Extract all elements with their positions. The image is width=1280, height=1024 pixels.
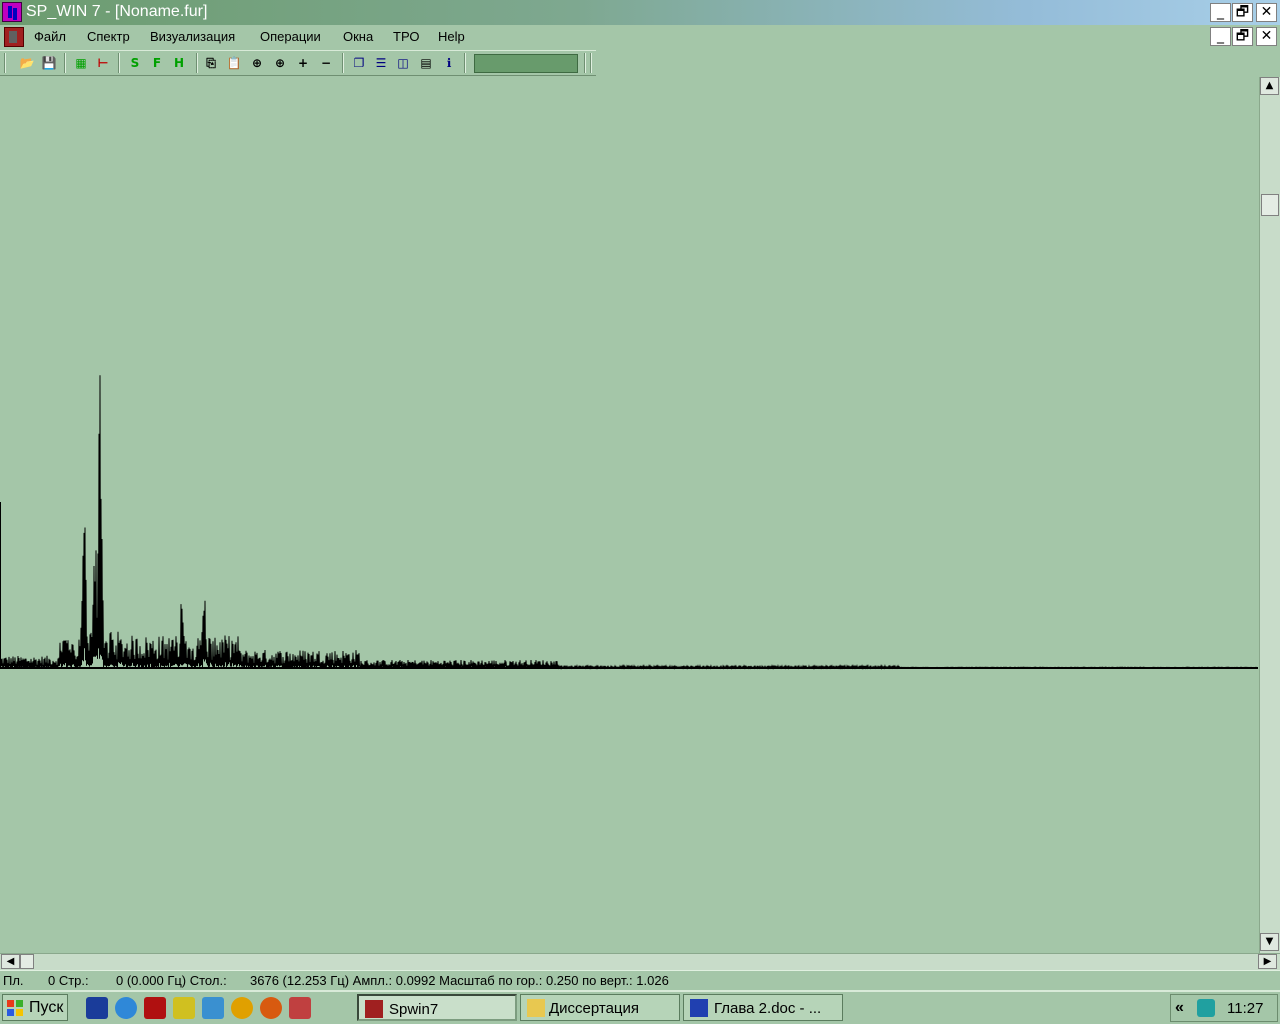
app-icon[interactable]: [2, 2, 22, 22]
zoom-in-icon[interactable]: +: [294, 54, 312, 72]
document-icon[interactable]: [4, 27, 24, 47]
zoom-out-icon[interactable]: −: [317, 54, 335, 72]
toolbar-separator: [584, 53, 586, 73]
status-bar: Пл. 0 Стр.: 0 (0.000 Гц) Стол.: 3676 (12…: [0, 970, 1280, 990]
paste-icon[interactable]: 📋: [225, 54, 243, 72]
toolbar-separator: [196, 53, 198, 73]
messenger-icon[interactable]: [202, 997, 224, 1019]
task-label: Spwin7: [389, 1001, 439, 1018]
task-spwin7[interactable]: Spwin7: [357, 994, 517, 1021]
task-label: Глава 2.doc - ...: [714, 1000, 822, 1017]
task-dissertation[interactable]: Диссертация: [520, 994, 680, 1021]
doc-minimize-button[interactable]: _: [1210, 27, 1231, 46]
toolbar: 📂 💾 ▦ ⊢ S F H ⎘ 📋 ⊕ ⊕ + − ❐ ☰ ◫ ▤ ℹ: [0, 50, 596, 76]
tile-horizontal-icon[interactable]: ☰: [372, 54, 390, 72]
status-column-value: 3676 (12.253 Гц) Ампл.: 0.0992 Масштаб п…: [250, 973, 669, 988]
toolbar-separator: [118, 53, 120, 73]
h-icon[interactable]: H: [170, 54, 188, 72]
firefox-icon[interactable]: [260, 997, 282, 1019]
scroll-down-button[interactable]: ▼: [1260, 933, 1279, 951]
scroll-up-button[interactable]: ▲: [1260, 77, 1279, 95]
save-disk-icon[interactable]: [86, 997, 108, 1019]
scroll-right-button[interactable]: ▶: [1258, 954, 1277, 969]
doc-close-button[interactable]: ✕: [1256, 27, 1277, 46]
cascade-icon[interactable]: ❐: [350, 54, 368, 72]
task-chapter2-doc[interactable]: Глава 2.doc - ...: [683, 994, 843, 1021]
restore-button[interactable]: 🗗: [1232, 3, 1253, 22]
status-row-value: 0 (0.000 Гц) Стол.:: [116, 973, 227, 988]
start-button[interactable]: Пуск: [2, 994, 68, 1021]
folder-icon: [527, 999, 545, 1017]
taskbar: Пуск Spwin7 Диссертация Глава 2.doc - ..…: [0, 990, 1280, 1024]
s-icon[interactable]: S: [126, 54, 144, 72]
horizontal-scrollbar[interactable]: ◀ ▶: [0, 953, 1280, 970]
toolbar-separator: [342, 53, 344, 73]
vertical-scrollbar[interactable]: ▲ ▼: [1259, 77, 1280, 953]
info-icon[interactable]: ℹ: [440, 54, 458, 72]
save-icon[interactable]: 💾: [40, 54, 58, 72]
vertical-scroll-thumb[interactable]: [1261, 194, 1279, 216]
menu-bar: Файл Спектр Визуализация Операции Окна Т…: [0, 25, 1280, 49]
zoom-horizontal-icon[interactable]: ⊕: [271, 54, 289, 72]
archive-icon[interactable]: [289, 997, 311, 1019]
tile-vertical-icon[interactable]: ◫: [394, 54, 412, 72]
properties-icon[interactable]: ▤: [417, 54, 435, 72]
spectrum-series-line: [0, 375, 1258, 670]
menu-operations[interactable]: Операции: [260, 29, 321, 44]
cursor-line-icon[interactable]: ⊢: [94, 54, 112, 72]
spectrum-chart: [0, 375, 1258, 670]
status-pl: Пл.: [3, 973, 24, 988]
minimize-button[interactable]: _: [1210, 3, 1231, 22]
windows-logo-icon: [7, 1000, 23, 1016]
acrobat-icon[interactable]: [144, 997, 166, 1019]
start-label: Пуск: [29, 999, 64, 1016]
doc-restore-button[interactable]: 🗗: [1232, 27, 1253, 46]
toolbar-separator: [64, 53, 66, 73]
f-icon[interactable]: F: [148, 54, 166, 72]
status-row: 0 Стр.:: [48, 973, 89, 988]
menu-help[interactable]: Help: [438, 29, 465, 44]
toolbar-grip: [4, 53, 6, 73]
toolbar-separator: [590, 53, 592, 73]
menu-spectrum[interactable]: Спектр: [87, 29, 130, 44]
menu-file[interactable]: Файл: [34, 29, 66, 44]
word-document-icon: [690, 999, 708, 1017]
toolbar-separator: [464, 53, 466, 73]
menu-tro[interactable]: ТРО: [393, 29, 419, 44]
horizontal-scroll-thumb[interactable]: [20, 954, 34, 969]
tools-icon[interactable]: [173, 997, 195, 1019]
spwin-app-icon: [365, 1000, 383, 1018]
open-icon[interactable]: 📂: [18, 54, 36, 72]
scroll-left-button[interactable]: ◀: [1, 954, 20, 969]
menu-windows[interactable]: Окна: [343, 29, 373, 44]
network-icon[interactable]: [1197, 999, 1215, 1017]
system-tray: « 11:27: [1170, 994, 1278, 1022]
media-player-icon[interactable]: [231, 997, 253, 1019]
progress-indicator: [474, 54, 578, 73]
close-button[interactable]: ✕: [1256, 3, 1277, 22]
grid-icon[interactable]: ▦: [72, 54, 90, 72]
title-bar[interactable]: SP_WIN 7 - [Noname.fur] _ 🗗 ✕: [0, 0, 1280, 25]
internet-explorer-icon[interactable]: [115, 997, 137, 1019]
task-label: Диссертация: [549, 1000, 640, 1017]
tray-expand-chevron[interactable]: «: [1175, 999, 1184, 1017]
zoom-vertical-icon[interactable]: ⊕: [248, 54, 266, 72]
spectrum-plot[interactable]: [0, 77, 1258, 953]
menu-visualization[interactable]: Визуализация: [150, 29, 235, 44]
clock[interactable]: 11:27: [1227, 1000, 1263, 1017]
copy-icon[interactable]: ⎘: [202, 54, 220, 72]
window-title: SP_WIN 7 - [Noname.fur]: [26, 3, 208, 20]
